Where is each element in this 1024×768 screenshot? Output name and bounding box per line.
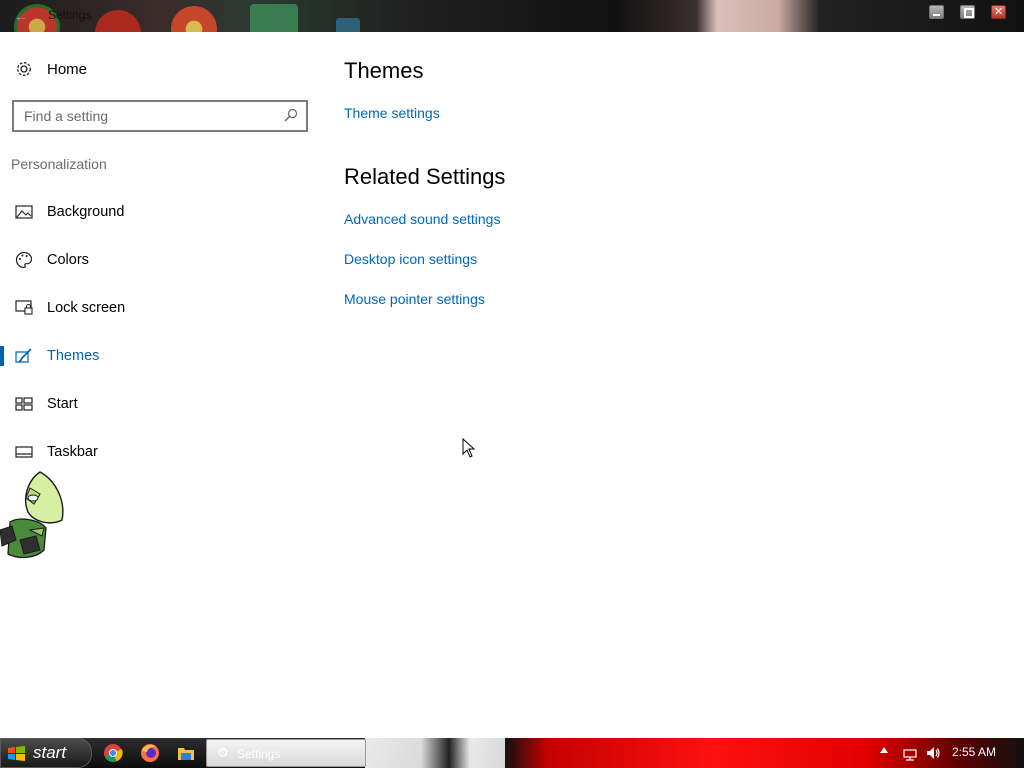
- sidebar-item-background[interactable]: Background: [0, 192, 320, 232]
- sidebar-item-label: Start: [47, 396, 78, 412]
- minimize-button[interactable]: [929, 5, 944, 19]
- sidebar-item-label: Lock screen: [47, 300, 126, 316]
- start-button[interactable]: start: [0, 738, 92, 768]
- volume-icon[interactable]: [925, 745, 941, 761]
- taskbar: start ⚙ Settings 2:55 AM: [0, 738, 1024, 768]
- sidebar-item-label: Taskbar: [47, 444, 98, 460]
- mouse-cursor-icon: [462, 438, 476, 458]
- sidebar-item-taskbar[interactable]: Taskbar: [0, 432, 320, 472]
- gear-icon: ⚙: [217, 745, 229, 760]
- brush-icon: [14, 346, 34, 366]
- title-bar: ← Settings: [0, 0, 1024, 32]
- windows-logo-icon: [8, 746, 25, 761]
- mouse-pointer-settings-link[interactable]: Mouse pointer settings: [344, 291, 485, 307]
- file-explorer-icon[interactable]: [176, 743, 196, 763]
- sidebar-item-colors[interactable]: Colors: [0, 240, 320, 280]
- start-tiles-icon: [14, 394, 34, 414]
- window-title: Settings: [48, 8, 92, 22]
- firefox-icon[interactable]: [140, 743, 160, 763]
- search-field[interactable]: [12, 100, 308, 132]
- section-label-personalization: Personalization: [11, 156, 107, 172]
- character-sticker-image: [0, 471, 64, 559]
- sidebar-item-label: Background: [47, 204, 125, 220]
- start-label: start: [33, 743, 67, 762]
- sidebar-item-label: Colors: [47, 252, 89, 268]
- taskbar-wallpaper-fragment: [365, 738, 505, 768]
- gear-icon: [14, 59, 34, 79]
- sidebar-item-themes[interactable]: Themes: [0, 336, 320, 376]
- back-arrow-icon[interactable]: ←: [14, 7, 32, 25]
- sidebar-item-lock-screen[interactable]: Lock screen: [0, 288, 320, 328]
- sidebar-item-start[interactable]: Start: [0, 384, 320, 424]
- home-label: Home: [47, 60, 88, 78]
- theme-settings-link[interactable]: Theme settings: [344, 105, 440, 121]
- desktop-icon-settings-link[interactable]: Desktop icon settings: [344, 251, 477, 267]
- themes-heading: Themes: [344, 58, 424, 83]
- search-icon[interactable]: [284, 108, 300, 124]
- chrome-icon[interactable]: [103, 743, 123, 763]
- taskbar-task-settings[interactable]: ⚙ Settings: [206, 739, 366, 767]
- home-nav-item[interactable]: Home: [0, 52, 320, 86]
- taskbar-wallpaper-fragment: [505, 738, 1024, 768]
- picture-icon: [14, 202, 34, 222]
- sidebar-item-label: Themes: [47, 348, 100, 364]
- search-input[interactable]: [14, 102, 276, 130]
- maximize-button[interactable]: [960, 5, 975, 19]
- active-indicator: [0, 346, 4, 366]
- task-label: Settings: [237, 747, 281, 761]
- show-hidden-icons-button[interactable]: [880, 747, 888, 753]
- palette-icon: [14, 250, 34, 270]
- taskbar-icon: [14, 442, 34, 462]
- related-settings-heading: Related Settings: [344, 164, 506, 189]
- network-icon[interactable]: [902, 745, 918, 761]
- advanced-sound-settings-link[interactable]: Advanced sound settings: [344, 211, 500, 227]
- close-button[interactable]: [991, 5, 1006, 19]
- lock-screen-icon: [14, 298, 34, 318]
- taskbar-clock[interactable]: 2:55 AM: [952, 745, 996, 759]
